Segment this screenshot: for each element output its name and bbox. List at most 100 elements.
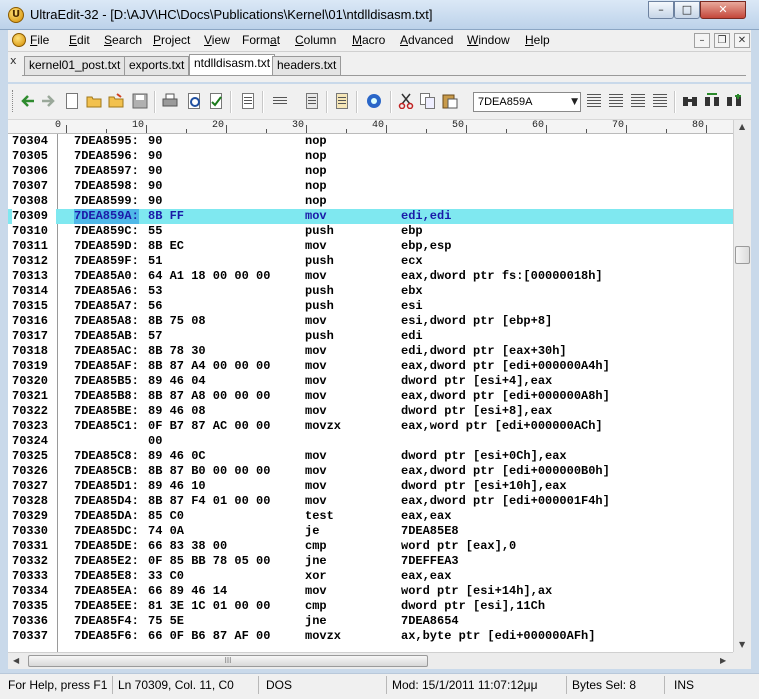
justify-icon[interactable] <box>652 93 668 109</box>
status-insert-mode[interactable]: INS <box>674 678 694 692</box>
code-line[interactable]: 70329 7DEA85DA: 85 C0 test eax,eax <box>8 509 733 524</box>
tab-ntdlldisasm[interactable]: ntdlldisasm.txt <box>189 54 276 76</box>
copy-icon[interactable] <box>420 93 436 109</box>
tab-headers[interactable]: headers.txt <box>272 56 342 75</box>
mdi-restore-button[interactable]: ❐ <box>714 33 730 48</box>
new-file-icon[interactable] <box>64 93 80 109</box>
menu-macro[interactable]: Macro <box>352 33 385 47</box>
menu-column[interactable]: Column <box>295 33 336 47</box>
vertical-scroll-thumb[interactable] <box>735 246 750 264</box>
code-line[interactable]: 70314 7DEA85A6: 53 push ebx <box>8 284 733 299</box>
chevron-down-icon[interactable]: ▼ <box>571 93 578 111</box>
horizontal-scrollbar[interactable]: ◀ III ▶ <box>8 652 733 669</box>
minimize-button[interactable]: – <box>648 1 674 19</box>
document-system-menu-icon[interactable] <box>12 33 26 47</box>
ultraedit-logo-icon[interactable]: U <box>8 7 24 23</box>
instruction-operands: eax,dword ptr [edi+000000B0h] <box>401 464 610 478</box>
mdi-minimize-button[interactable]: – <box>694 33 710 48</box>
tab-exports[interactable]: exports.txt <box>124 56 190 75</box>
code-line[interactable]: 70313 7DEA85A0: 64 A1 18 00 00 00 mov eax,dw… <box>8 269 733 284</box>
find-icon[interactable] <box>682 93 698 109</box>
scroll-left-arrow-icon[interactable]: ◀ <box>13 656 19 665</box>
scroll-right-arrow-icon[interactable]: ▶ <box>720 656 726 665</box>
code-line-current[interactable]: 70309 7DEA859A: 8B FF mov edi,edi <box>8 209 733 224</box>
align-center-icon[interactable] <box>608 93 624 109</box>
spell-check-icon[interactable] <box>208 93 224 109</box>
close-button[interactable]: ✕ <box>700 1 746 19</box>
code-line[interactable]: 70311 7DEA859D: 8B EC mov ebp,esp <box>8 239 733 254</box>
code-line[interactable]: 70325 7DEA85C8: 89 46 0C mov dword ptr [esi+… <box>8 449 733 464</box>
code-line[interactable]: 70331 7DEA85DE: 66 83 38 00 cmp word ptr [ea… <box>8 539 733 554</box>
print-icon[interactable] <box>162 93 178 109</box>
text-editor[interactable]: 70304 7DEA8595: 90 nop 70305 7DEA8596: 90 nop 70… <box>8 134 733 652</box>
menu-edit[interactable]: Edit <box>69 33 90 47</box>
tab-kernel01-post[interactable]: kernel01_post.txt <box>24 56 126 75</box>
close-tab-icon[interactable]: x <box>10 54 17 67</box>
menu-format[interactable]: Format <box>242 33 280 47</box>
replace-icon[interactable] <box>704 93 720 109</box>
instruction-mnemonic: mov <box>305 269 327 283</box>
save-icon[interactable] <box>132 93 148 109</box>
code-line[interactable]: 70318 7DEA85AC: 8B 78 30 mov edi,dword ptr [… <box>8 344 733 359</box>
hex-mode-icon[interactable] <box>304 93 320 109</box>
code-line[interactable]: 70336 7DEA85F4: 75 5E jne 7DEA8654 <box>8 614 733 629</box>
code-line[interactable]: 70334 7DEA85EA: 66 89 46 14 mov word ptr [es… <box>8 584 733 599</box>
status-modified-date: Mod: 15/1/2011 11:07:12μμ <box>392 678 538 692</box>
menu-project[interactable]: Project <box>153 33 190 47</box>
toolbar-grip[interactable] <box>12 90 16 112</box>
word-wrap-icon[interactable] <box>240 93 256 109</box>
forward-arrow-icon[interactable] <box>40 93 56 109</box>
browser-icon[interactable] <box>366 93 382 109</box>
code-line[interactable]: 70323 7DEA85C1: 0F B7 87 AC 00 00 movzx eax,… <box>8 419 733 434</box>
maximize-button[interactable]: □ <box>674 1 700 19</box>
vertical-scrollbar[interactable]: ▲ ▼ <box>733 120 751 652</box>
code-line[interactable]: 70333 7DEA85E8: 33 C0 xor eax,eax <box>8 569 733 584</box>
code-line[interactable]: 70305 7DEA8596: 90 nop <box>8 149 733 164</box>
menu-advanced[interactable]: Advanced <box>400 33 453 47</box>
scroll-up-arrow-icon[interactable]: ▲ <box>739 122 745 131</box>
menu-window[interactable]: Window <box>467 33 510 47</box>
cut-icon[interactable] <box>398 93 414 110</box>
code-line[interactable]: 70319 7DEA85AF: 8B 87 A4 00 00 00 mov eax,dw… <box>8 359 733 374</box>
print-preview-icon[interactable] <box>186 93 202 109</box>
code-line[interactable]: 70330 7DEA85DC: 74 0A je 7DEA85E8 <box>8 524 733 539</box>
code-line[interactable]: 70307 7DEA8598: 90 nop <box>8 179 733 194</box>
horizontal-scroll-thumb[interactable]: III <box>28 655 428 667</box>
code-line[interactable]: 70310 7DEA859C: 55 push ebp <box>8 224 733 239</box>
menu-help[interactable]: Help <box>525 33 550 47</box>
code-line[interactable]: 70306 7DEA8597: 90 nop <box>8 164 733 179</box>
code-line[interactable]: 70337 7DEA85F6: 66 0F B6 87 AF 00 movzx ax,b… <box>8 629 733 644</box>
scroll-down-arrow-icon[interactable]: ▼ <box>739 640 745 649</box>
find-in-files-icon[interactable] <box>726 93 742 109</box>
column-mode-icon[interactable] <box>272 93 288 109</box>
code-line[interactable]: 70322 7DEA85BE: 89 46 08 mov dword ptr [esi+… <box>8 404 733 419</box>
menu-file[interactable]: File <box>30 33 49 47</box>
code-line[interactable]: 70332 7DEA85E2: 0F 85 BB 78 05 00 jne 7DEFFE… <box>8 554 733 569</box>
code-line[interactable]: 70317 7DEA85AB: 57 push edi <box>8 329 733 344</box>
open-recent-icon[interactable] <box>108 93 124 109</box>
code-line[interactable]: 70326 7DEA85CB: 8B 87 B0 00 00 00 mov eax,dw… <box>8 464 733 479</box>
menu-search[interactable]: Search <box>104 33 142 47</box>
paste-icon[interactable] <box>442 93 458 109</box>
code-line[interactable]: 70315 7DEA85A7: 56 push esi <box>8 299 733 314</box>
ftp-icon[interactable] <box>334 93 350 109</box>
align-left-icon[interactable] <box>586 93 602 109</box>
code-line[interactable]: 70308 7DEA8599: 90 nop <box>8 194 733 209</box>
code-line[interactable]: 70327 7DEA85D1: 89 46 10 mov dword ptr [esi+… <box>8 479 733 494</box>
code-line[interactable]: 70312 7DEA859F: 51 push ecx <box>8 254 733 269</box>
code-line[interactable]: 70304 7DEA8595: 90 nop <box>8 134 733 149</box>
menu-view[interactable]: View <box>204 33 230 47</box>
code-line[interactable]: 70328 7DEA85D4: 8B 87 F4 01 00 00 mov eax,dw… <box>8 494 733 509</box>
status-line-ending[interactable]: DOS <box>266 678 292 692</box>
align-right-icon[interactable] <box>630 93 646 109</box>
code-line[interactable]: 70321 7DEA85B8: 8B 87 A8 00 00 00 mov eax,dw… <box>8 389 733 404</box>
back-arrow-icon[interactable] <box>20 93 36 109</box>
find-combobox[interactable]: 7DEA859A ▼ <box>473 92 581 112</box>
mdi-close-button[interactable]: ✕ <box>734 33 750 48</box>
code-line[interactable]: 70335 7DEA85EE: 81 3E 1C 01 00 00 cmp dword … <box>8 599 733 614</box>
line-number: 70335 <box>12 599 56 614</box>
open-folder-icon[interactable] <box>86 93 102 109</box>
code-line[interactable]: 70316 7DEA85A8: 8B 75 08 mov esi,dword ptr [… <box>8 314 733 329</box>
code-line[interactable]: 70320 7DEA85B5: 89 46 04 mov dword ptr [esi+… <box>8 374 733 389</box>
code-line[interactable]: 70324 00 <box>8 434 733 449</box>
